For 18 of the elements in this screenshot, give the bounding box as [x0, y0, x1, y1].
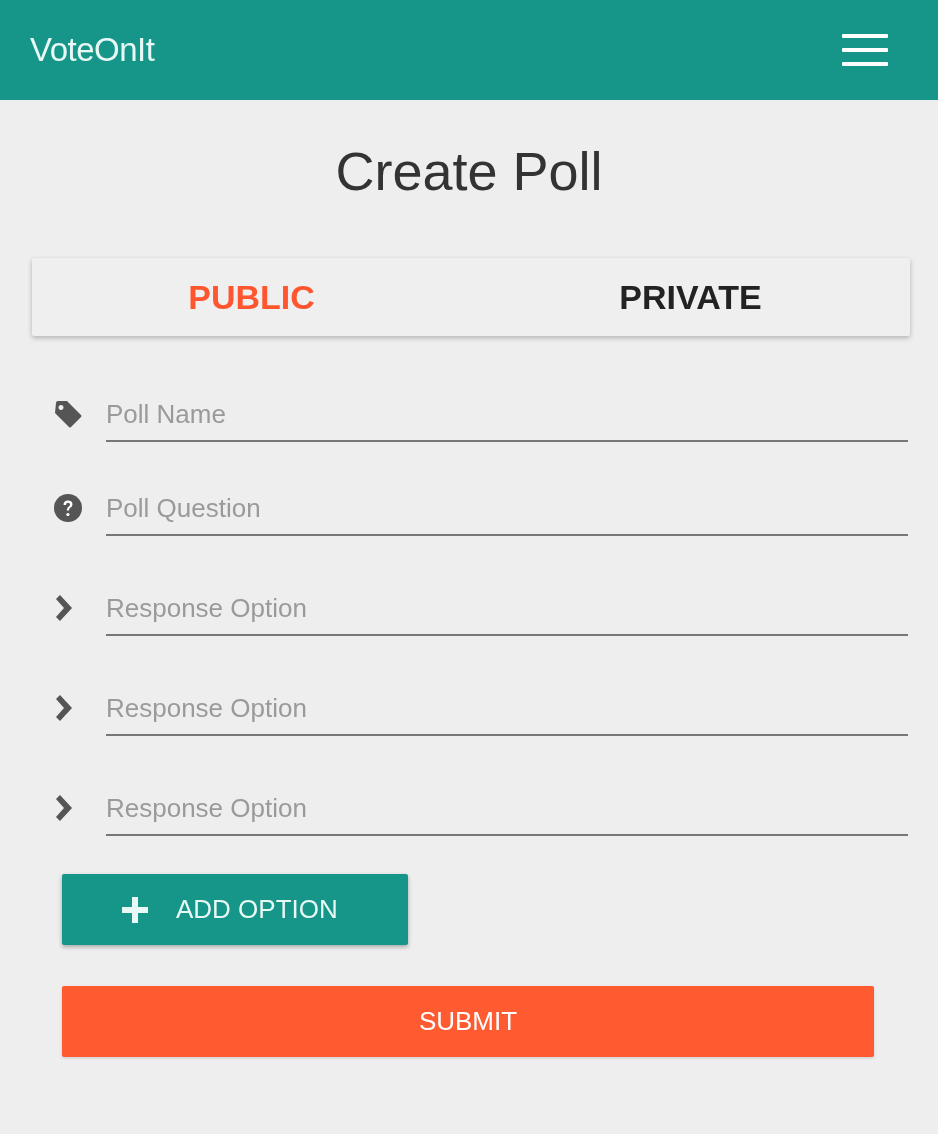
text-field[interactable]: Poll Name: [106, 386, 908, 442]
question-icon: [54, 494, 82, 522]
chevron-icon: [54, 595, 72, 621]
text-field[interactable]: Response Option: [106, 680, 908, 736]
tab[interactable]: PRIVATE: [471, 258, 910, 336]
add-option-button[interactable]: ADD OPTION: [62, 874, 408, 945]
tab[interactable]: PUBLIC: [32, 258, 471, 336]
text-field[interactable]: Response Option: [106, 580, 908, 636]
chevron-icon: [54, 695, 72, 721]
submit-button[interactable]: SUBMIT: [62, 986, 874, 1057]
plus-icon: [122, 896, 148, 923]
chevron-icon: [54, 795, 72, 821]
menu-icon[interactable]: [842, 34, 888, 66]
tag-icon: [54, 400, 82, 428]
page-title: Create Poll: [335, 140, 603, 203]
text-field[interactable]: Poll Question: [106, 480, 908, 536]
text-field[interactable]: Response Option: [106, 780, 908, 836]
app-title: VoteOnIt: [30, 31, 155, 69]
